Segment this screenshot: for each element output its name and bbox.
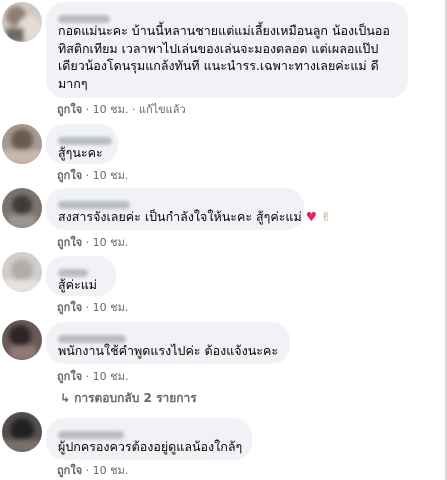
heart-icon: ♥ bbox=[305, 209, 317, 224]
timestamp[interactable]: 10 ชม. bbox=[93, 301, 129, 314]
comment-line: สงสารจังเลยค่ะ เป็นกำลังใจให้นะคะ สู้ๆค่… bbox=[58, 209, 302, 224]
comment-text: ผู้ปกครองควรต้องอยู่ดูแลน้องใกล้ๆ bbox=[58, 438, 243, 456]
reply-arrow-icon: ↳ bbox=[60, 391, 71, 405]
comment-actions: ถูกใจ · 10 ชม. bbox=[57, 301, 128, 315]
separator: · bbox=[131, 103, 136, 116]
like-button[interactable]: ถูกใจ bbox=[57, 103, 82, 116]
comment-bubble: ผู้ปกครองควรต้องอยู่ดูแลน้องใกล้ๆ bbox=[46, 418, 252, 460]
comment-text: สงสารจังเลยค่ะ เป็นกำลังใจให้นะคะ สู้ๆค่… bbox=[58, 208, 331, 226]
comment-line: สู้ค่ะแม่ bbox=[58, 277, 98, 292]
avatar[interactable] bbox=[2, 188, 42, 228]
timestamp[interactable]: 10 ชม. bbox=[93, 464, 129, 477]
view-replies-label: การตอบกลับ 2 รายการ bbox=[74, 391, 197, 405]
author-name-blurred[interactable] bbox=[58, 328, 278, 343]
comment-actions: ถูกใจ · 10 ชม. bbox=[57, 370, 128, 384]
comment-bubble: กอดแม่นะคะ บ้านนี้หลานชายแต่แม่เลี้ยงเหม… bbox=[46, 2, 408, 98]
comment-actions: ถูกใจ · 10 ชม. · แก้ไขแล้ว bbox=[57, 103, 186, 117]
comment-bubble: สู้ค่ะแม่ bbox=[46, 256, 116, 296]
comment-line: พนักงานใช้คำพูดแรงไปค่ะ ต้องแจ้งนะคะ bbox=[58, 343, 279, 358]
comment-bubble: พนักงานใช้คำพูดแรงไปค่ะ ต้องแจ้งนะคะ bbox=[46, 322, 290, 364]
like-button[interactable]: ถูกใจ bbox=[57, 236, 82, 249]
separator: · bbox=[85, 103, 90, 116]
comment-line: ผู้ปกครองควรต้องอยู่ดูแลน้องใกล้ๆ bbox=[58, 439, 243, 454]
edited-label: แก้ไขแล้ว bbox=[138, 103, 186, 116]
comment-text: สู้ๆนะคะ bbox=[58, 144, 106, 162]
comment-bubble: สงสารจังเลยค่ะ เป็นกำลังใจให้นะคะ สู้ๆค่… bbox=[46, 188, 331, 230]
avatar[interactable] bbox=[2, 2, 42, 42]
comment-line: เดียวน้องโดนรุมแกล้งทันที แนะนำรร.เฉพาะท… bbox=[58, 58, 379, 73]
like-button[interactable]: ถูกใจ bbox=[57, 370, 82, 383]
avatar[interactable] bbox=[2, 124, 42, 164]
separator: · bbox=[85, 169, 90, 182]
author-name-blurred[interactable] bbox=[58, 8, 396, 23]
comment-text: กอดแม่นะคะ บ้านนี้หลานชายแต่แม่เลี้ยงเหม… bbox=[58, 22, 396, 92]
comment-actions: ถูกใจ · 10 ชม. bbox=[57, 236, 128, 250]
like-button[interactable]: ถูกใจ bbox=[57, 464, 82, 477]
comment-thread: กอดแม่นะคะ บ้านนี้หลานชายแต่แม่เลี้ยงเหม… bbox=[0, 0, 447, 480]
comment-bubble: สู้ๆนะคะ bbox=[46, 124, 118, 164]
timestamp[interactable]: 10 ชม. bbox=[93, 370, 129, 383]
comment-text: พนักงานใช้คำพูดแรงไปค่ะ ต้องแจ้งนะคะ bbox=[58, 342, 278, 360]
view-replies-link[interactable]: ↳ การตอบกลับ 2 รายการ bbox=[60, 389, 197, 408]
separator: · bbox=[85, 370, 90, 383]
avatar[interactable] bbox=[2, 320, 42, 360]
like-button[interactable]: ถูกใจ bbox=[57, 301, 82, 314]
comment-line: สู้ๆนะคะ bbox=[58, 145, 103, 160]
comment-line: ทิสติกเทียม เวลาพาไปเล่นของเล่นจะมองตลอด… bbox=[58, 40, 379, 56]
victory-hand-icon: ✌ bbox=[320, 209, 332, 224]
timestamp[interactable]: 10 ชม. bbox=[93, 103, 129, 116]
comment-actions: ถูกใจ · 10 ชม. bbox=[57, 169, 128, 183]
separator: · bbox=[85, 464, 90, 477]
timestamp[interactable]: 10 ชม. bbox=[93, 169, 129, 182]
comment-actions: ถูกใจ · 10 ชม. bbox=[57, 464, 128, 478]
author-name-blurred[interactable] bbox=[58, 262, 104, 277]
comment-text: สู้ค่ะแม่ bbox=[58, 276, 104, 294]
author-name-blurred[interactable] bbox=[58, 194, 292, 209]
timestamp[interactable]: 10 ชม. bbox=[93, 236, 129, 249]
avatar[interactable] bbox=[2, 252, 42, 292]
author-name-blurred[interactable] bbox=[58, 424, 240, 439]
comment-line: กอดแม่นะคะ บ้านนี้หลานชายแต่แม่เลี้ยงเหม… bbox=[58, 23, 390, 38]
like-button[interactable]: ถูกใจ bbox=[57, 169, 82, 182]
separator: · bbox=[85, 236, 90, 249]
author-name-blurred[interactable] bbox=[58, 130, 112, 145]
comment-line: มากๆ bbox=[58, 75, 88, 91]
separator: · bbox=[85, 301, 90, 314]
avatar[interactable] bbox=[2, 412, 42, 452]
